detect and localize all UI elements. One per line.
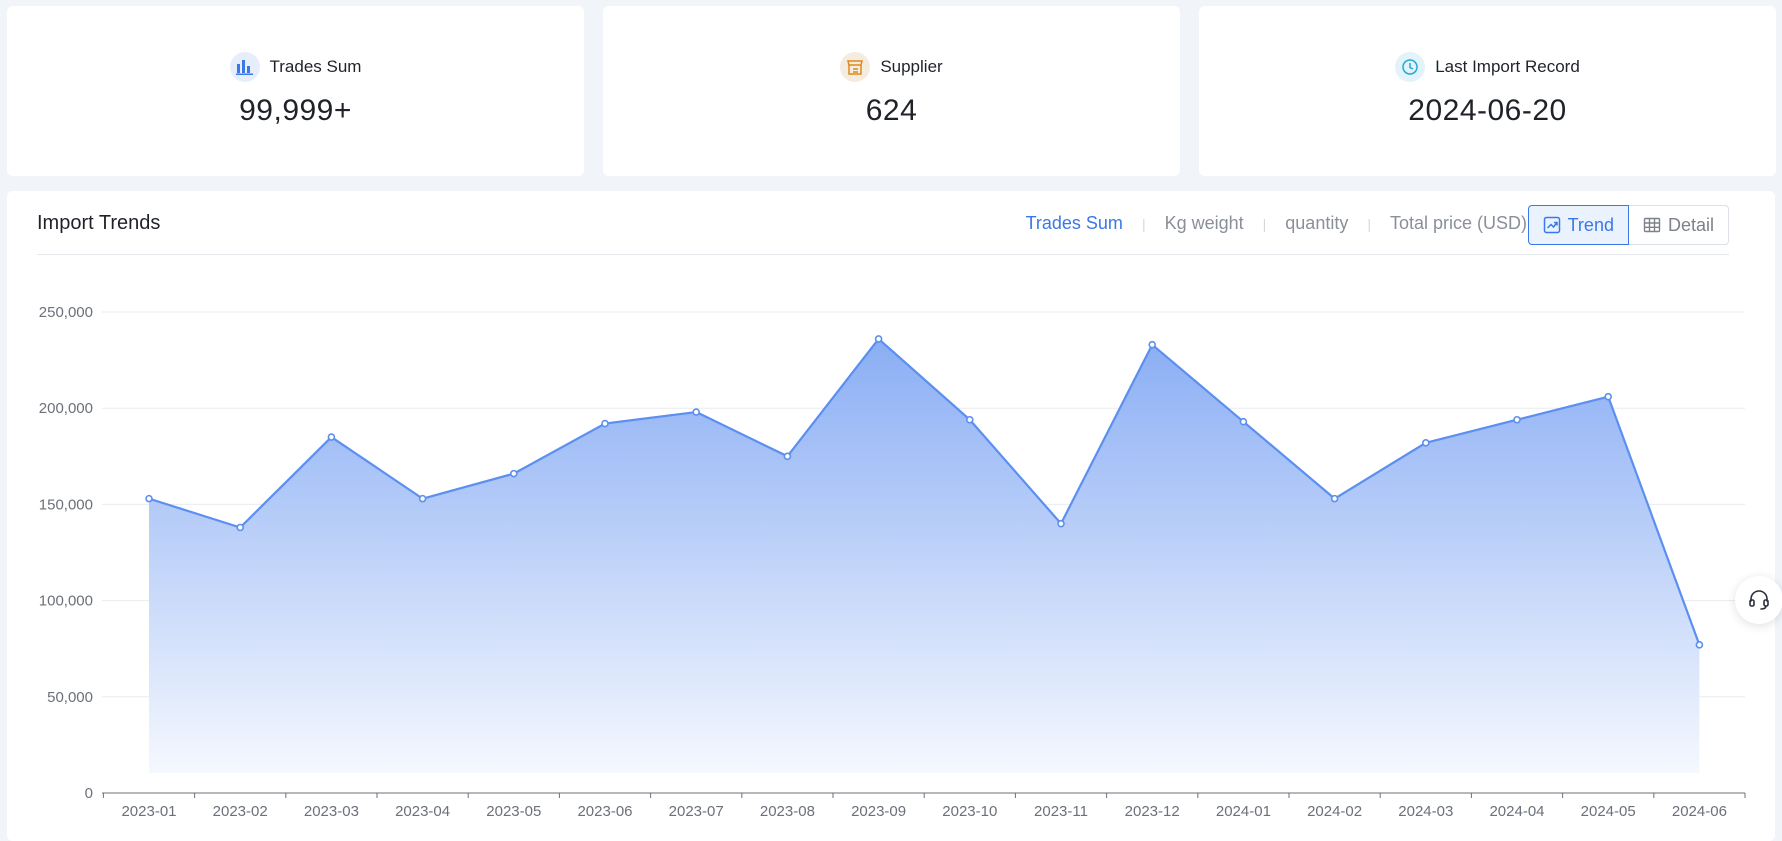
x-tick-label: 2024-06: [1672, 803, 1727, 820]
x-tick-label: 2024-04: [1489, 803, 1544, 820]
y-tick-label: 100,000: [39, 593, 93, 610]
x-tick-label: 2023-11: [1034, 803, 1088, 820]
x-tick-label: 2024-02: [1307, 803, 1362, 820]
data-point: [145, 494, 153, 503]
data-point: [965, 415, 974, 424]
data-point: [874, 335, 883, 343]
x-tick-label: 2024-05: [1581, 803, 1636, 820]
x-tick-label: 2024-03: [1398, 803, 1453, 820]
x-tick-label: 2023-06: [577, 803, 632, 820]
data-point: [1422, 439, 1430, 447]
x-tick-label: 2023-10: [942, 803, 997, 820]
x-tick-label: 2023-08: [760, 803, 815, 820]
data-point: [1330, 494, 1339, 503]
data-point: [1057, 519, 1065, 528]
data-point: [1239, 417, 1248, 426]
data-point: [327, 433, 336, 441]
data-point: [1148, 340, 1156, 349]
data-point: [418, 494, 427, 503]
data-point: [1695, 641, 1704, 649]
y-tick-label: 250,000: [39, 304, 93, 321]
x-tick-label: 2024-01: [1216, 803, 1271, 820]
x-tick-label: 2023-02: [213, 803, 268, 820]
x-tick-label: 2023-09: [851, 803, 906, 820]
x-tick-label: 2023-01: [121, 803, 176, 820]
data-point: [783, 452, 792, 461]
headset-icon: [1749, 590, 1769, 610]
data-point: [1513, 415, 1521, 424]
data-point: [236, 523, 244, 532]
x-tick-label: 2023-12: [1125, 803, 1180, 820]
support-button[interactable]: [1735, 576, 1782, 624]
y-tick-label: 150,000: [39, 496, 93, 513]
data-point: [509, 469, 518, 478]
y-tick-label: 0: [85, 785, 93, 802]
x-tick-label: 2023-04: [395, 803, 450, 820]
import-trends-chart: 0 50,000 100,000 150,000 200,000 250,000 2023-…: [39, 304, 1746, 820]
series-area: [149, 338, 1700, 773]
data-point: [692, 408, 701, 416]
data-point: [1604, 392, 1612, 401]
y-tick-label: 200,000: [39, 400, 93, 417]
data-point: [601, 419, 609, 428]
y-tick-label: 50,000: [47, 689, 93, 706]
x-tick-label: 2023-05: [486, 803, 541, 820]
x-tick-label: 2023-03: [304, 803, 359, 820]
x-tick-label: 2023-07: [669, 803, 724, 820]
